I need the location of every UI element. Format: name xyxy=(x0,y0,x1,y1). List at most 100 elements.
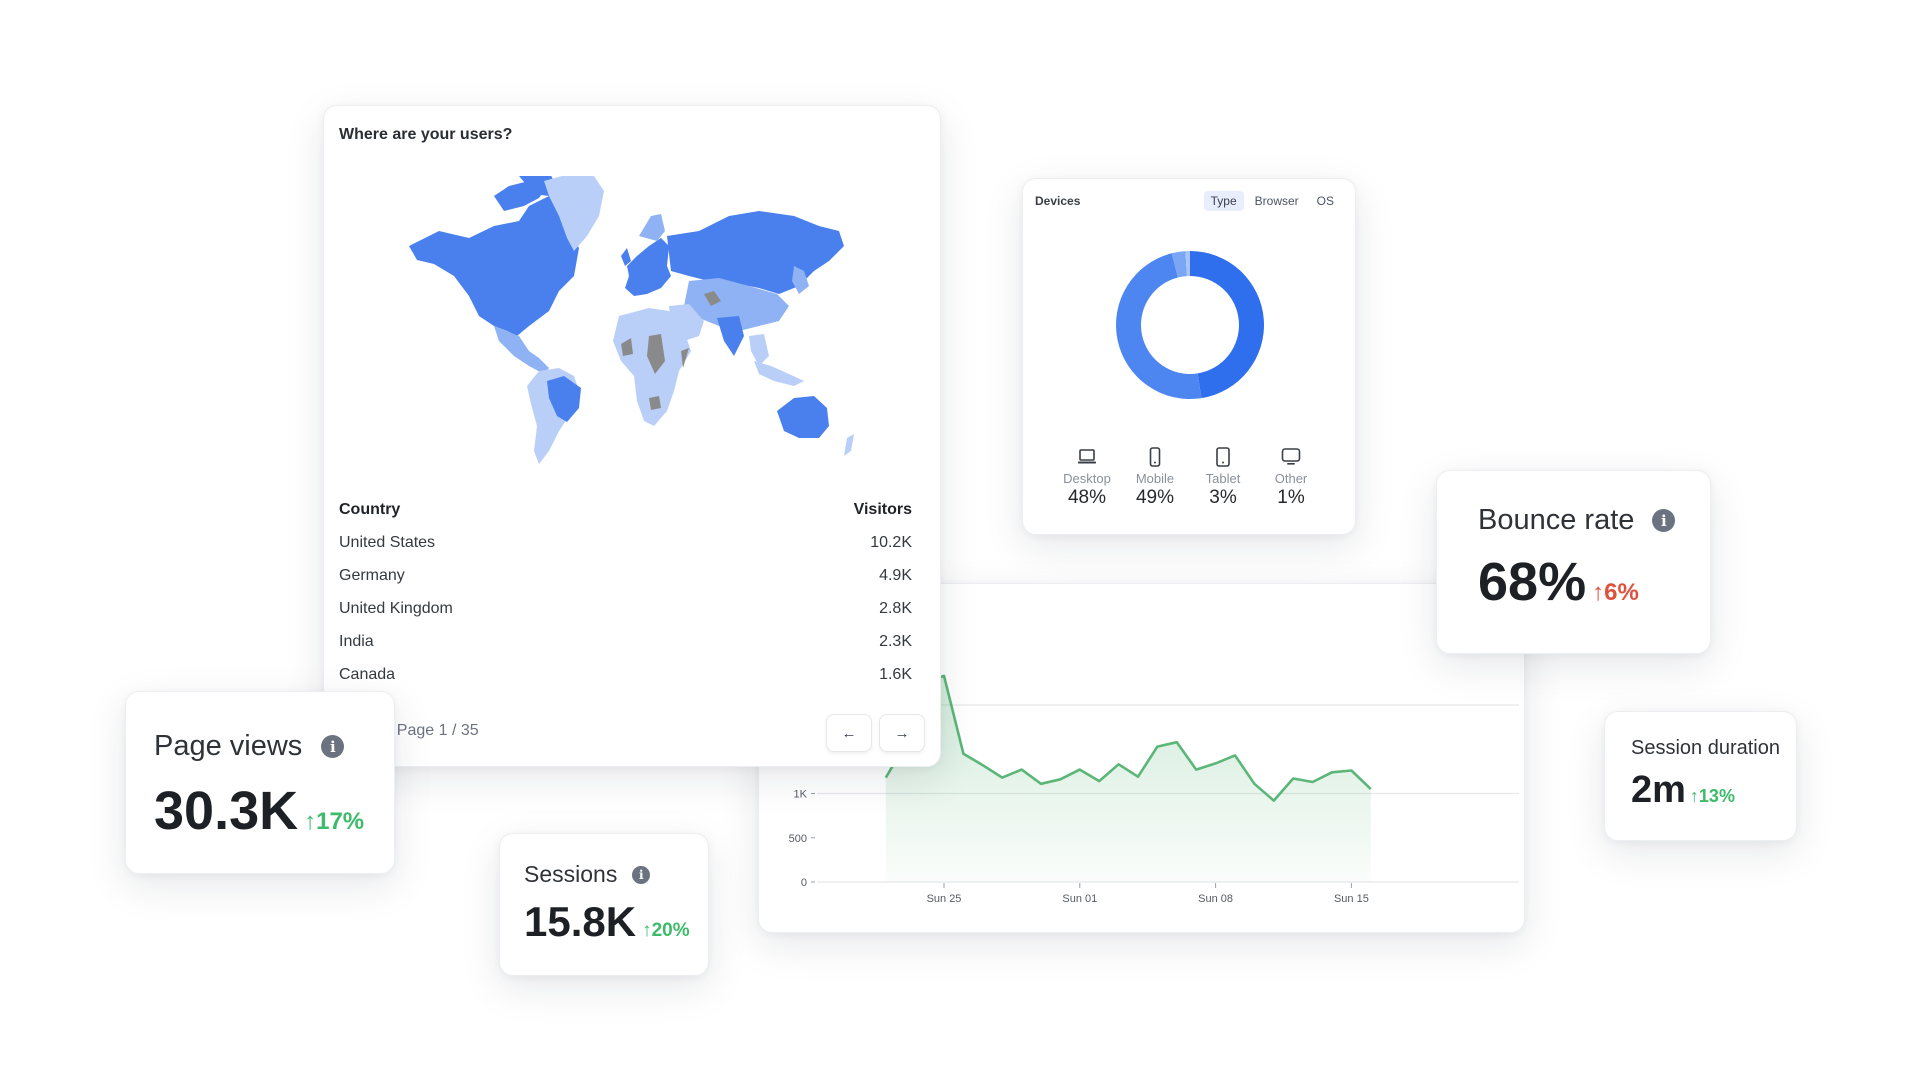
device-percent: 1% xyxy=(1277,487,1305,508)
previous-page-button[interactable]: ← xyxy=(826,714,872,752)
x-tick-label: Sun 08 xyxy=(1198,893,1233,905)
data-point[interactable] xyxy=(958,749,968,759)
country-name: United States xyxy=(339,534,436,551)
arrow-left-icon: ← xyxy=(841,724,857,742)
x-tick-label: Sun 15 xyxy=(1334,893,1369,905)
arrow-right-icon: → xyxy=(894,724,910,742)
data-point[interactable] xyxy=(1211,758,1221,768)
devices-legend: Desktop 48% Mobile 49% Tablet 3% Other 1… xyxy=(1023,447,1355,509)
data-point[interactable] xyxy=(1191,765,1201,775)
x-tick-label: Sun 25 xyxy=(927,893,962,905)
session-duration-card: Session duration 2m ↑13% xyxy=(1604,711,1797,841)
visitor-count: 1.6K xyxy=(879,666,912,683)
data-point[interactable] xyxy=(1249,779,1259,789)
card-title: Where are your users? xyxy=(339,126,513,143)
arrow-up-icon: ↑ xyxy=(304,808,317,835)
delta-value: 20% xyxy=(651,920,690,941)
sessions-card: Sessions i 15.8K ↑20% xyxy=(499,833,709,976)
users-location-card: Where are your users? Country Visitors U… xyxy=(323,105,941,767)
device-label: Other xyxy=(1274,471,1308,486)
world-map[interactable] xyxy=(399,176,869,476)
stat-title-row: Session duration xyxy=(1631,737,1780,760)
stat-title-row: Sessions i xyxy=(524,861,651,888)
device-label: Tablet xyxy=(1205,471,1241,486)
device-tablet[interactable]: Tablet 3% xyxy=(1189,447,1257,509)
device-other[interactable]: Other 1% xyxy=(1257,447,1325,509)
data-point[interactable] xyxy=(1327,767,1337,777)
data-point[interactable] xyxy=(1055,774,1065,784)
tab-os[interactable]: OS xyxy=(1310,191,1341,211)
table-header: Country Visitors xyxy=(339,493,912,526)
stat-delta: ↑13% xyxy=(1690,786,1735,807)
stat-title: Page views xyxy=(154,730,303,762)
data-point[interactable] xyxy=(978,760,988,770)
data-point[interactable] xyxy=(1114,759,1124,769)
country-name: India xyxy=(339,633,374,650)
data-point[interactable] xyxy=(1036,779,1046,789)
table-row[interactable]: India 2.3K xyxy=(339,625,912,658)
oceania[interactable] xyxy=(754,361,854,456)
stat-title: Sessions xyxy=(524,861,618,887)
visitor-count: 2.8K xyxy=(879,600,912,617)
country-table: Country Visitors United States 10.2K Ger… xyxy=(339,493,912,691)
data-point[interactable] xyxy=(1288,773,1298,783)
data-point[interactable] xyxy=(1366,784,1376,794)
device-mobile[interactable]: Mobile 49% xyxy=(1121,447,1189,509)
column-header-visitors[interactable]: Visitors xyxy=(854,493,912,526)
north-america[interactable] xyxy=(409,176,579,374)
data-point[interactable] xyxy=(1172,737,1182,747)
data-point[interactable] xyxy=(1308,777,1318,787)
devices-card: Devices Type Browser OS Desktop 48% Mobi… xyxy=(1022,178,1356,535)
stat-value: 30.3K xyxy=(154,781,299,841)
card-title: Devices xyxy=(1035,194,1081,208)
data-point[interactable] xyxy=(1133,772,1143,782)
page-views-card: Page views i 30.3K ↑17% xyxy=(125,691,395,874)
next-page-button[interactable]: → xyxy=(879,714,925,752)
country-name: Germany xyxy=(339,567,405,584)
data-point[interactable] xyxy=(1017,765,1027,775)
table-row[interactable]: United States 10.2K xyxy=(339,526,912,559)
info-icon[interactable]: i xyxy=(321,735,345,758)
monitor-icon xyxy=(1281,448,1301,465)
devices-donut-chart xyxy=(1115,251,1264,400)
stat-delta: ↑17% xyxy=(304,808,364,836)
device-percent: 49% xyxy=(1135,487,1175,508)
data-point[interactable] xyxy=(1075,765,1085,775)
delta-value: 6% xyxy=(1604,579,1639,606)
data-point[interactable] xyxy=(1269,796,1279,806)
stat-value-row: 68% ↑6% xyxy=(1478,551,1639,613)
table-row[interactable]: Canada 1.6K xyxy=(339,658,912,691)
table-row[interactable]: Germany 4.9K xyxy=(339,559,912,592)
africa[interactable] xyxy=(613,308,691,426)
table-row[interactable]: United Kingdom 2.8K xyxy=(339,592,912,625)
data-point[interactable] xyxy=(881,773,891,783)
delta-value: 13% xyxy=(1698,786,1735,806)
south-america[interactable] xyxy=(527,368,581,464)
data-point[interactable] xyxy=(997,773,1007,783)
tablet-icon xyxy=(1216,447,1230,467)
laptop-icon xyxy=(1078,449,1096,464)
stat-title: Bounce rate xyxy=(1478,504,1635,536)
asia[interactable] xyxy=(667,211,844,366)
data-point[interactable] xyxy=(1346,765,1356,775)
stat-title-row: Bounce rate i xyxy=(1478,504,1676,537)
info-icon[interactable]: i xyxy=(632,865,651,884)
column-header-country[interactable]: Country xyxy=(339,493,400,526)
stat-delta: ↑6% xyxy=(1592,579,1639,607)
europe[interactable] xyxy=(621,214,671,296)
stat-title-row: Page views i xyxy=(154,730,345,763)
data-point[interactable] xyxy=(1094,776,1104,786)
tab-browser[interactable]: Browser xyxy=(1248,191,1306,211)
arrow-up-icon: ↑ xyxy=(642,920,652,941)
tab-type[interactable]: Type xyxy=(1203,191,1244,211)
visitor-count: 2.3K xyxy=(879,633,912,650)
donut-segment-desktop[interactable] xyxy=(1190,251,1264,399)
info-icon[interactable]: i xyxy=(1652,509,1676,532)
device-percent: 48% xyxy=(1067,487,1107,508)
arrow-up-icon: ↑ xyxy=(1592,579,1605,606)
data-point[interactable] xyxy=(1152,742,1162,752)
device-desktop[interactable]: Desktop 48% xyxy=(1053,447,1121,509)
device-label: Mobile xyxy=(1135,471,1175,486)
data-point[interactable] xyxy=(1230,750,1240,760)
stat-value-row: 15.8K ↑20% xyxy=(524,898,690,946)
